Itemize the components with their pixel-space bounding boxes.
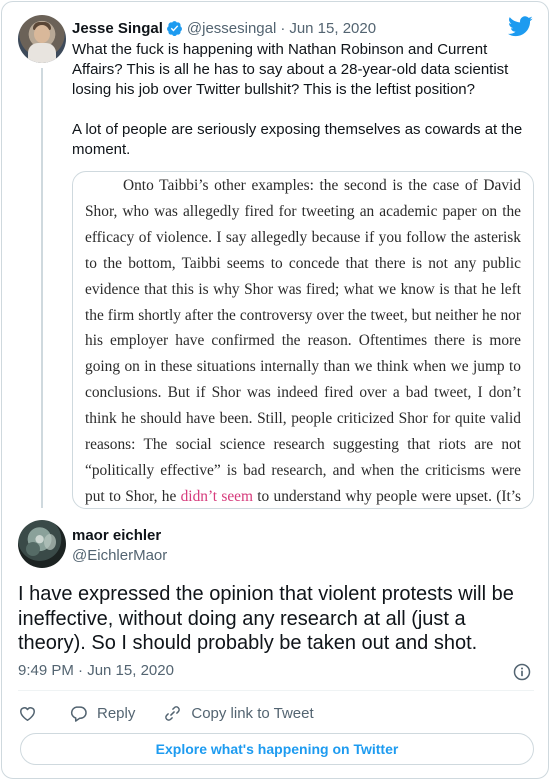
info-icon[interactable]	[512, 662, 532, 682]
heart-icon	[20, 706, 35, 721]
actions-divider	[18, 690, 534, 691]
maor-eichler-avatar[interactable]	[18, 520, 66, 568]
explore-twitter-button[interactable]: Explore what's happening on Twitter	[20, 733, 534, 765]
quoted-tweet-header: Jesse Singal @jessesingal · Jun 15, 2020	[72, 18, 376, 38]
reply-label: Reply	[97, 704, 136, 722]
quoted-tweet-paragraph-2: A lot of people are seriously exposing t…	[72, 121, 523, 158]
excerpt-link-text: didn’t seem	[180, 487, 253, 505]
link-icon	[165, 705, 181, 721]
quoted-tweet-text: What the fuck is happening with Nathan R…	[72, 40, 538, 160]
tweet-timestamp[interactable]: 9:49 PM · Jun 15, 2020	[18, 662, 174, 679]
excerpt-text-before-link: Onto Taibbi’s other examples: the second…	[85, 177, 521, 505]
reply-bubble-icon	[70, 705, 87, 722]
quoted-tweet-date[interactable]: Jun 15, 2020	[289, 20, 376, 37]
like-button[interactable]	[18, 704, 37, 723]
quoted-author-handle[interactable]: @jessesingal	[187, 20, 276, 37]
twitter-bird-icon[interactable]	[508, 16, 533, 37]
article-excerpt-text: Onto Taibbi’s other examples: the second…	[85, 173, 521, 508]
main-tweet-text: I have expressed the opinion that violen…	[18, 583, 514, 654]
verified-badge-icon	[166, 20, 182, 36]
main-author-name[interactable]: maor eichler	[72, 527, 161, 544]
main-author-handle[interactable]: @EichlerMaor	[72, 547, 167, 564]
copy-link-button[interactable]: Copy link to Tweet	[163, 704, 314, 723]
embedded-tweet-card: Jesse Singal @jessesingal · Jun 15, 2020…	[1, 1, 549, 779]
header-separator: ·	[280, 19, 286, 37]
quoted-author-name[interactable]: Jesse Singal	[72, 20, 163, 37]
quoted-tweet-paragraph-1: What the fuck is happening with Nathan R…	[72, 41, 509, 98]
tweet-actions-bar: Reply Copy link to Tweet	[18, 700, 314, 726]
thread-connector-line	[41, 68, 43, 508]
jesse-singal-avatar[interactable]	[18, 15, 66, 63]
copy-link-label: Copy link to Tweet	[191, 704, 314, 722]
reply-button[interactable]: Reply	[69, 704, 135, 723]
quoted-tweet-image[interactable]: Onto Taibbi’s other examples: the second…	[72, 171, 534, 509]
